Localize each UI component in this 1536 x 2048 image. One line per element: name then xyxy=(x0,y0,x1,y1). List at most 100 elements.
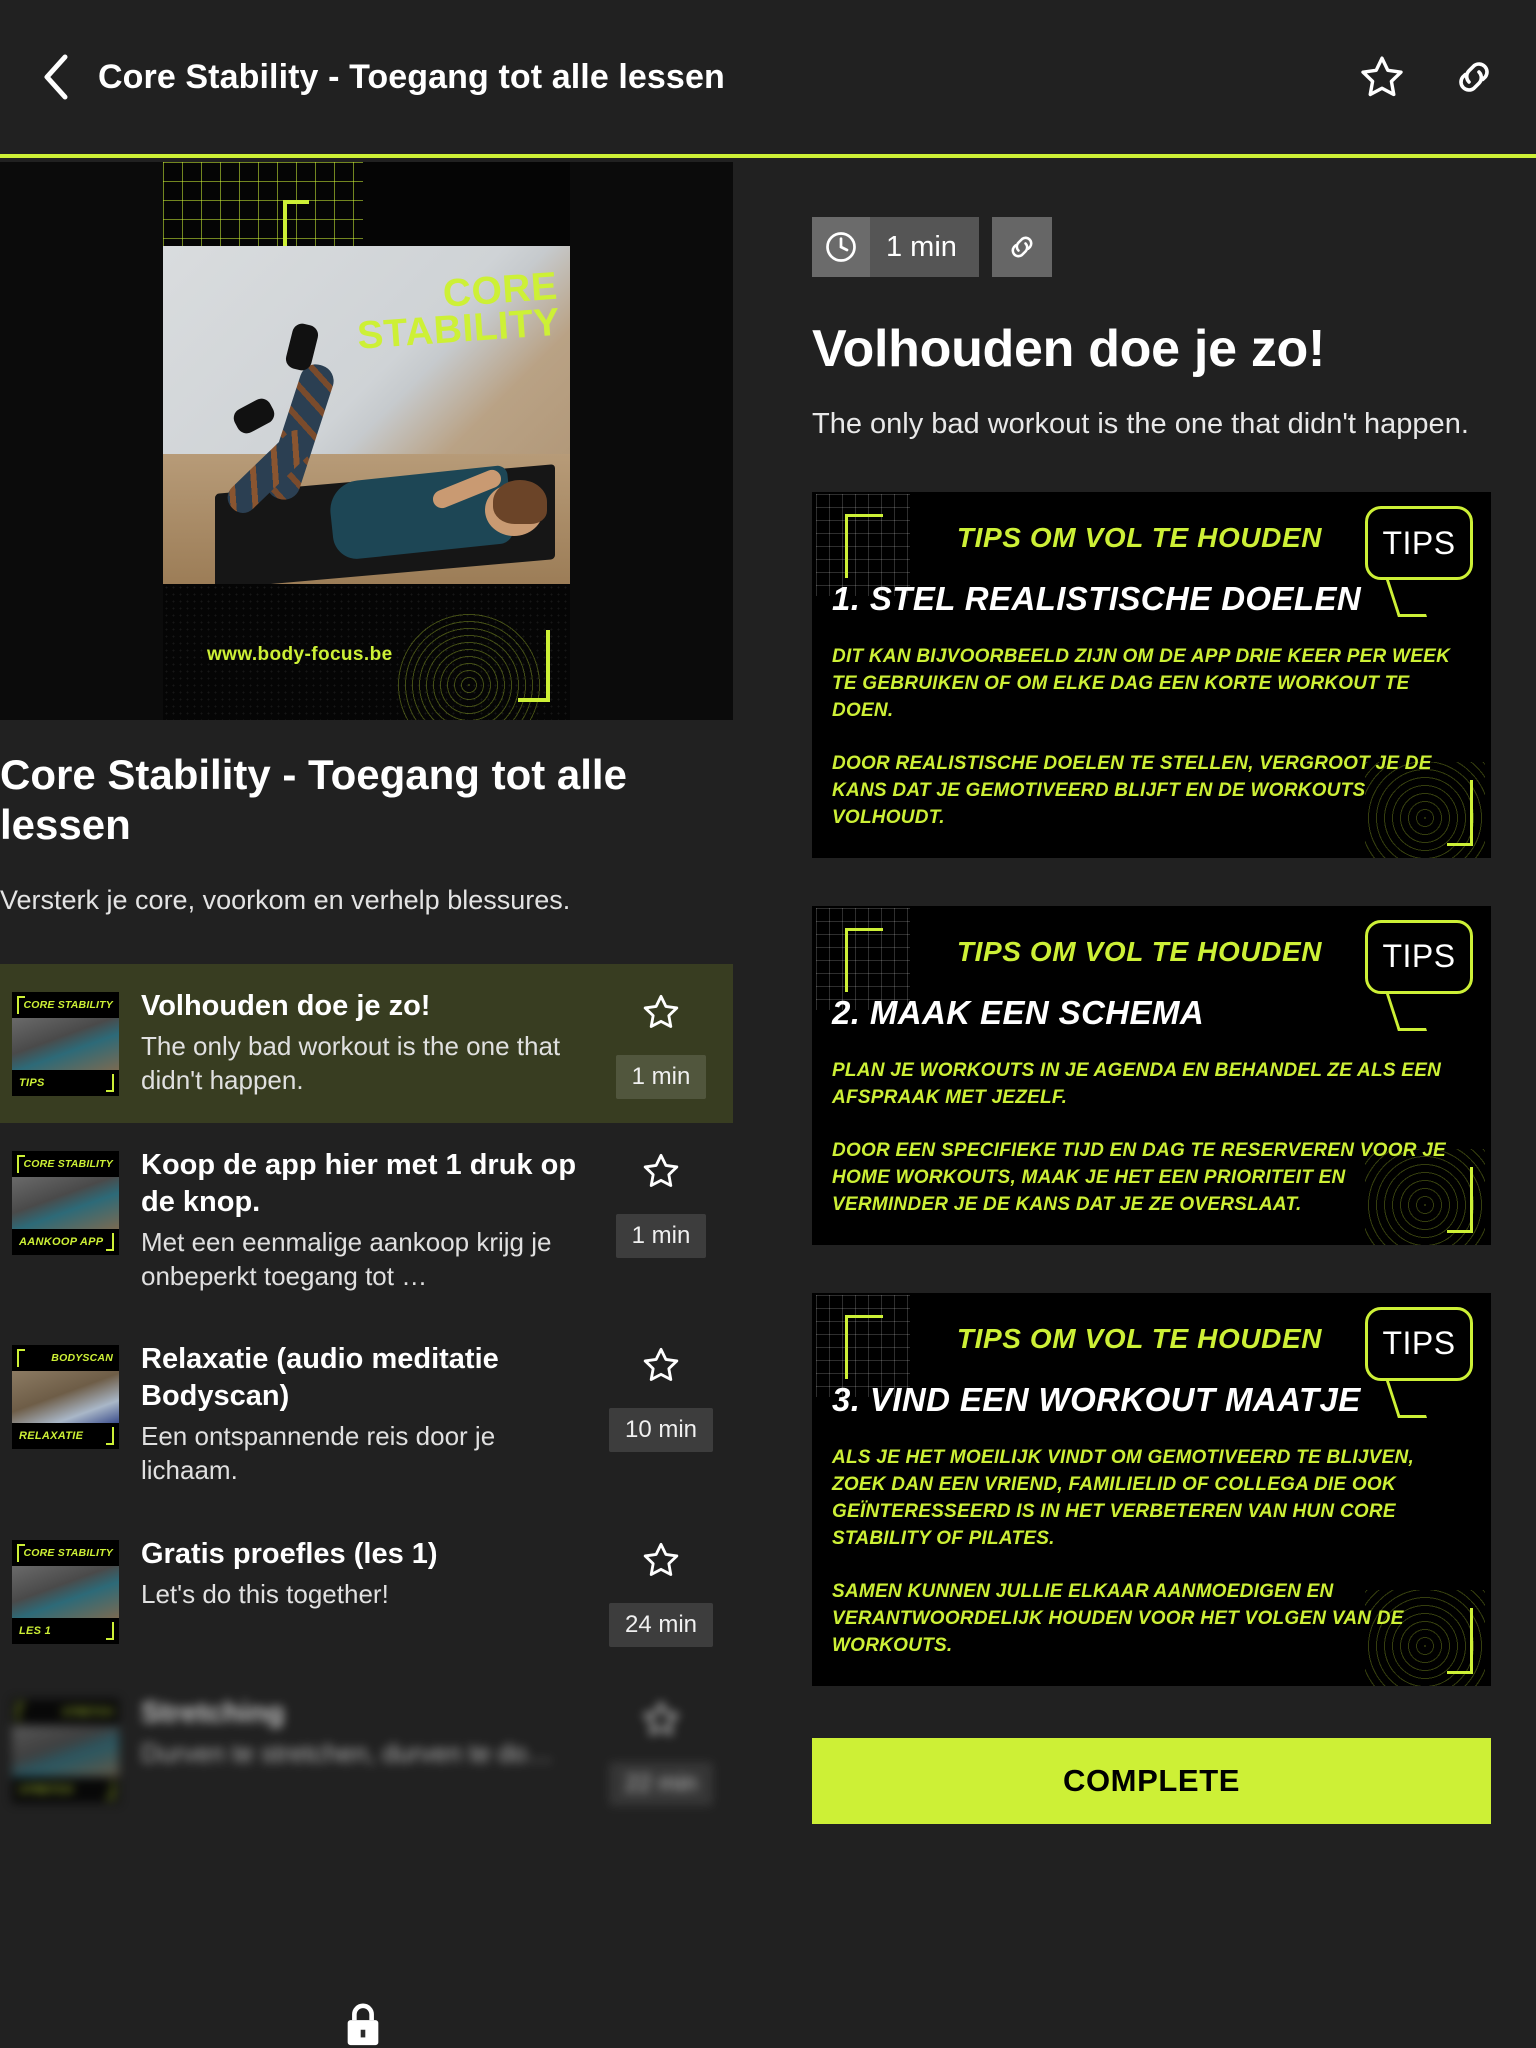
lesson-meta: 22 min xyxy=(601,1695,721,1806)
lock-overlay xyxy=(340,1999,386,2048)
lesson-meta: 1 min xyxy=(601,988,721,1100)
photo-sock-lower xyxy=(230,395,278,437)
header-actions xyxy=(1354,49,1502,105)
lesson-list-item[interactable]: CORE STABILITY TIPS Volhouden doe je zo!… xyxy=(0,964,733,1124)
lesson-list-item-locked[interactable]: STRETCH STRETCH Stretching Durven te str… xyxy=(0,1671,733,1830)
lesson-text: Gratis proefles (les 1) Let's do this to… xyxy=(119,1536,601,1611)
course-header: Core Stability - Toegang tot alle lessen… xyxy=(0,720,733,928)
lesson-thumbnail: CORE STABILITY LES 1 xyxy=(12,1539,119,1644)
thumb-bracket-left xyxy=(17,1155,25,1174)
lesson-favorite-button[interactable] xyxy=(640,1699,682,1744)
thumb-bottom-label: RELAXATIE xyxy=(12,1423,119,1450)
thumb-bracket-left xyxy=(17,1543,25,1562)
bracket-top-left xyxy=(845,514,883,579)
lesson-detail-description: The only bad workout is the one that did… xyxy=(812,408,1469,440)
bracket-bottom-right xyxy=(1447,779,1473,846)
lesson-list: CORE STABILITY TIPS Volhouden doe je zo!… xyxy=(0,964,733,1830)
app-header: Core Stability - Toegang tot alle lessen xyxy=(0,0,1536,158)
lesson-favorite-button[interactable] xyxy=(640,992,682,1037)
lesson-text: Relaxatie (audio meditatie Bodyscan) Een… xyxy=(119,1341,601,1487)
thumb-bracket-right xyxy=(106,1621,114,1640)
complete-button[interactable]: COMPLETE xyxy=(812,1737,1491,1824)
thumb-bottom-label: STRETCH xyxy=(12,1776,119,1803)
thumb-image xyxy=(12,1018,119,1071)
chevron-left-icon xyxy=(44,54,68,100)
link-icon xyxy=(1011,236,1033,258)
course-sidebar: CORE STABILITY www.body-focus.be Core St… xyxy=(0,162,733,2048)
lesson-meta: 10 min xyxy=(601,1341,721,1453)
lesson-list-item[interactable]: CORE STABILITY LES 1 Gratis proefles (le… xyxy=(0,1512,733,1671)
lesson-title: Koop de app hier met 1 druk op de knop. xyxy=(141,1149,577,1219)
thumb-bracket-right xyxy=(106,1427,114,1446)
lesson-description: Met een eenmalige aankoop krijg je onbep… xyxy=(141,1226,552,1292)
tips-badge: TIPS xyxy=(1365,1306,1473,1381)
thumb-bracket-left xyxy=(17,1702,25,1721)
lesson-list-item[interactable]: BODYSCAN RELAXATIE Relaxatie (audio medi… xyxy=(0,1317,733,1511)
tips-paragraph: ALS JE HET MOEILIJK VINDT OM GEMOTIVEERD… xyxy=(832,1446,1415,1549)
column-gap xyxy=(733,162,812,2048)
course-title: Core Stability - Toegang tot alle lessen xyxy=(0,751,627,848)
hero-url: www.body-focus.be xyxy=(207,644,393,665)
content-area: CORE STABILITY www.body-focus.be Core St… xyxy=(0,162,1536,2048)
tips-paragraph: DIT KAN BIJVOORBEELD ZIJN OM DE APP DRIE… xyxy=(832,646,1451,722)
photo-hair xyxy=(493,480,547,524)
hero-inner: CORE STABILITY www.body-focus.be xyxy=(163,162,570,720)
thumb-top-label: BODYSCAN xyxy=(12,1345,119,1372)
thumb-image xyxy=(12,1724,119,1777)
course-subtitle: Versterk je core, voorkom en verhelp ble… xyxy=(0,885,571,916)
star-outline-icon xyxy=(1361,56,1403,97)
lesson-thumbnail: CORE STABILITY TIPS xyxy=(12,992,119,1097)
lesson-duration-badge: 10 min xyxy=(608,1408,714,1453)
thumb-image xyxy=(12,1177,119,1230)
lesson-text: Koop de app hier met 1 druk op de knop. … xyxy=(119,1147,601,1293)
thumb-bracket-right xyxy=(106,1074,114,1093)
hero-bracket-bottom-right xyxy=(518,630,550,702)
lesson-title: Volhouden doe je zo! xyxy=(141,990,431,1023)
favorite-button[interactable] xyxy=(1354,49,1410,105)
link-icon xyxy=(1459,62,1489,92)
tips-paragraph: PLAN JE WORKOUTS IN JE AGENDA EN BEHANDE… xyxy=(832,1059,1442,1108)
share-link-button[interactable] xyxy=(1446,49,1502,105)
thumb-bottom-label: AANKOOP APP xyxy=(12,1229,119,1256)
bracket-bottom-right xyxy=(1447,1166,1473,1233)
lesson-list-item[interactable]: CORE STABILITY AANKOOP APP Koop de app h… xyxy=(0,1123,733,1317)
duration-pill: 1 min xyxy=(812,217,979,277)
star-outline-icon xyxy=(643,1348,679,1382)
thumb-bracket-right xyxy=(106,1233,114,1252)
lesson-share-button[interactable] xyxy=(991,217,1052,277)
lesson-thumbnail: STRETCH STRETCH xyxy=(12,1698,119,1803)
lesson-text: Volhouden doe je zo! The only bad workou… xyxy=(119,988,601,1097)
lesson-favorite-button[interactable] xyxy=(640,1540,682,1585)
bracket-top-left xyxy=(845,927,883,992)
thumb-bottom-label: LES 1 xyxy=(12,1617,119,1644)
lesson-title: Stretching xyxy=(141,1696,285,1729)
tips-badge: TIPS xyxy=(1365,506,1473,581)
lesson-duration-badge: 1 min xyxy=(615,1055,707,1100)
thumb-top-label: CORE STABILITY xyxy=(12,992,119,1019)
thumb-top-label: CORE STABILITY xyxy=(12,1539,119,1566)
thumb-top-label: STRETCH xyxy=(12,1698,119,1725)
lesson-description: The only bad workout is the one that did… xyxy=(141,1031,561,1096)
lesson-duration-badge: 1 min xyxy=(615,1214,707,1259)
lesson-favorite-button[interactable] xyxy=(640,1345,682,1390)
lesson-description: Durven te stretchen, durven te do… xyxy=(141,1737,553,1768)
lesson-duration-badge: 24 min xyxy=(608,1602,714,1647)
lesson-detail-panel: 1 min Volhouden doe je zo! The only bad … xyxy=(812,162,1536,2048)
star-outline-icon xyxy=(643,995,679,1029)
bracket-top-left xyxy=(845,1314,883,1379)
lesson-meta: 1 min xyxy=(601,1147,721,1259)
tips-card: TIPS TIPS OM VOL TE HOUDEN 2. MAAK EEN S… xyxy=(812,905,1491,1245)
thumb-bracket-left xyxy=(17,1349,25,1368)
back-button[interactable] xyxy=(20,41,92,113)
lesson-favorite-button[interactable] xyxy=(640,1151,682,1196)
clock-icon-wrap xyxy=(812,217,870,277)
lesson-thumbnail: CORE STABILITY AANKOOP APP xyxy=(12,1151,119,1256)
thumb-bracket-right xyxy=(106,1780,114,1799)
bracket-bottom-right xyxy=(1447,1607,1473,1674)
star-outline-icon xyxy=(643,1154,679,1188)
lesson-meta: 24 min xyxy=(601,1536,721,1647)
star-outline-icon xyxy=(643,1542,679,1576)
page-title: Core Stability - Toegang tot alle lessen xyxy=(98,57,725,96)
course-hero-image: CORE STABILITY www.body-focus.be xyxy=(0,162,733,720)
thumb-bottom-label: TIPS xyxy=(12,1070,119,1097)
